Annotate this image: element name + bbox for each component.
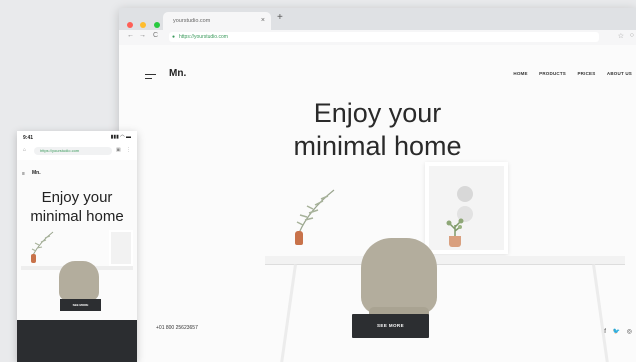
nav-home[interactable]: HOME	[513, 71, 527, 76]
desk-image	[265, 256, 625, 265]
chair-image	[361, 238, 437, 314]
twitter-icon[interactable]: 🐦	[613, 329, 620, 335]
browser-menu-icon[interactable]: ○	[630, 32, 634, 39]
mobile-hero-line-2: minimal home	[30, 208, 124, 225]
back-arrow-icon[interactable]: ←	[127, 32, 134, 39]
url-field[interactable]: ● https://yourstudio.com	[169, 32, 599, 42]
mobile-frame-image	[109, 230, 133, 266]
mobile-address-bar: ⌂ https://yourstudio.com ▣ ⋮	[20, 145, 134, 157]
nav-prices[interactable]: PRICES	[577, 71, 595, 76]
see-more-button[interactable]: SEE MORE	[352, 314, 429, 338]
reload-icon[interactable]: C	[153, 32, 158, 39]
mobile-hero-heading: Enjoy your minimal home	[17, 188, 137, 226]
browser-tab[interactable]: yourstudio.com ×	[163, 12, 271, 30]
instagram-icon[interactable]: ◎	[627, 329, 632, 335]
mobile-hero-line-1: Enjoy your	[41, 189, 113, 206]
browser-tab-bar: yourstudio.com × +	[119, 8, 636, 30]
facebook-icon[interactable]: f	[604, 329, 606, 335]
bookmark-star-icon[interactable]: ☆	[618, 32, 624, 40]
desk-leg	[592, 264, 609, 362]
hero-heading: Enjoy your minimal home	[119, 97, 636, 163]
mobile-hamburger-icon[interactable]: ≡	[22, 171, 25, 177]
mobile-chair-image	[59, 261, 99, 301]
mobile-clock: 9:41	[23, 135, 34, 141]
close-window-button[interactable]	[127, 22, 133, 28]
wall-frame-image	[425, 162, 508, 254]
hero-line-2: minimal home	[293, 131, 462, 161]
site-logo[interactable]: Mn.	[169, 68, 186, 79]
forward-arrow-icon[interactable]: →	[139, 32, 146, 39]
close-tab-icon[interactable]: ×	[261, 12, 265, 30]
address-bar-row: ← → C ● https://yourstudio.com ☆ ○	[119, 30, 636, 46]
social-links: f 🐦 ◎	[599, 328, 632, 335]
mobile-website-content: ≡ Mn. Enjoy your minimal home SEE MORE	[17, 160, 137, 362]
plant-pot-image	[449, 236, 461, 247]
desk-leg	[280, 264, 297, 362]
plant-branch-image	[296, 189, 335, 234]
tab-title: yourstudio.com	[173, 18, 211, 24]
nav-about-us[interactable]: ABOUT US	[607, 71, 632, 76]
url-text: https://yourstudio.com	[179, 34, 228, 40]
minimize-window-button[interactable]	[140, 22, 147, 28]
new-tab-button[interactable]: +	[277, 12, 283, 23]
hero-line-1: Enjoy your	[313, 98, 442, 128]
phone-number: +01 800 25623657	[156, 325, 198, 331]
lock-icon: ●	[172, 34, 176, 40]
mobile-home-icon[interactable]: ⌂	[23, 147, 26, 153]
nav-products[interactable]: PRODUCTS	[539, 71, 566, 76]
copper-vase-image	[295, 231, 303, 245]
zoom-window-button[interactable]	[153, 22, 160, 28]
mobile-tabs-icon[interactable]: ▣	[116, 147, 121, 153]
site-nav: HOME PRODUCTS PRICES ABOUT US	[503, 71, 632, 76]
mobile-menu-icon[interactable]: ⋮	[126, 147, 131, 153]
mobile-site-logo[interactable]: Mn.	[32, 170, 41, 176]
mobile-see-more-button[interactable]: SEE MORE	[60, 299, 101, 311]
website-content: Mn. HOME PRODUCTS PRICES ABOUT US Enjoy …	[119, 45, 636, 362]
mobile-device-screen: 9:41 ▮▮▮ ◠ ▬ ⌂ https://yourstudio.com ▣ …	[17, 131, 137, 362]
mobile-plant-image	[31, 231, 54, 256]
hamburger-menu-icon[interactable]	[145, 74, 156, 82]
desktop-browser-window: yourstudio.com × + ← → C ● https://yours…	[119, 8, 636, 362]
mobile-dark-section	[17, 320, 137, 362]
signal-battery-icon: ▮▮▮ ◠ ▬	[110, 134, 131, 140]
mobile-vase-image	[31, 254, 36, 263]
mobile-url-field[interactable]: https://yourstudio.com	[34, 147, 112, 155]
